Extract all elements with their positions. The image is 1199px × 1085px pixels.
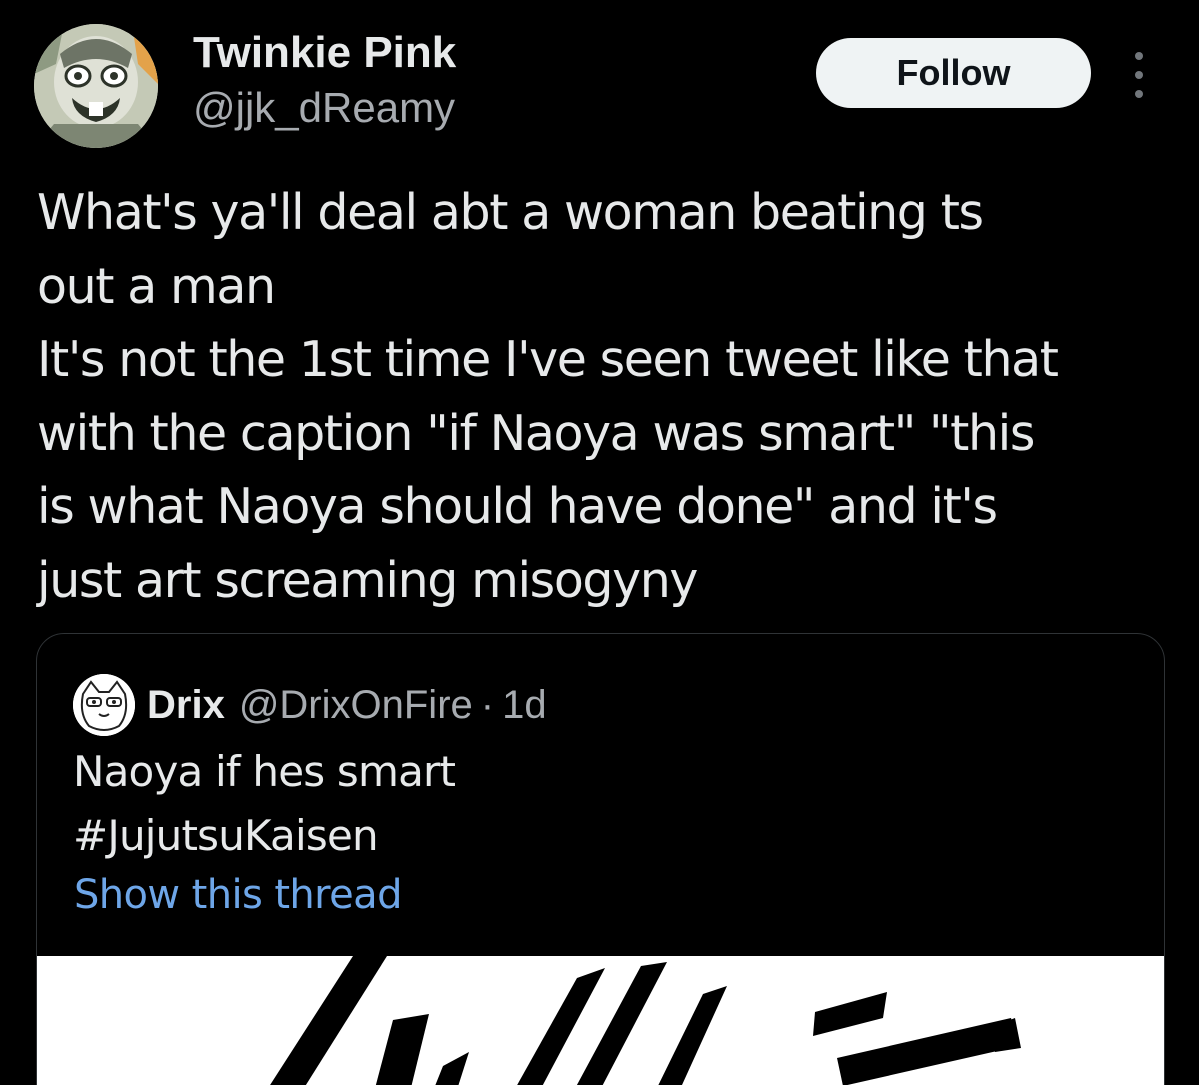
quoted-tweet-card[interactable]: Drix @DrixOnFire · 1d Naoya if hes smart… — [36, 633, 1165, 1085]
quoted-author-handle[interactable]: @DrixOnFire — [239, 683, 473, 728]
quoted-tweet-text: Naoya if hes smart #JujutsuKaisen — [73, 740, 456, 868]
quoted-author-avatar — [73, 674, 135, 736]
quoted-author-name[interactable]: Drix — [147, 683, 225, 728]
tweet-text-line: It's not the 1st time I've seen tweet li… — [37, 331, 1059, 388]
follow-button[interactable]: Follow — [816, 38, 1091, 108]
more-options-button[interactable] — [1122, 52, 1156, 98]
tweet-text-line: just art screaming misogyny — [37, 551, 698, 609]
more-dot — [1135, 71, 1143, 79]
quoted-text-line: Naoya if hes smart — [73, 747, 456, 796]
tweet-text-line: What's ya'll deal abt a woman beating ts — [37, 184, 984, 241]
more-vertical-icon — [1135, 52, 1143, 60]
quoted-tweet-header: Drix @DrixOnFire · 1d — [147, 674, 547, 736]
quoted-avatar-image — [73, 674, 135, 736]
quoted-hashtag[interactable]: #JujutsuKaisen — [73, 804, 455, 868]
tweet-text-line: out a man — [37, 257, 276, 315]
quoted-tweet-media[interactable] — [37, 956, 1164, 1085]
tweet-page: Twinkie Pink @jjk_dReamy Follow What's y… — [0, 0, 1199, 1085]
author-display-name[interactable]: Twinkie Pink — [193, 28, 456, 78]
avatar-image — [34, 24, 158, 148]
tweet-text-line: is what Naoya should have done" and it's — [37, 478, 998, 535]
header-separator: · — [480, 682, 495, 727]
quoted-tweet-time[interactable]: 1d — [502, 683, 547, 728]
tweet-text: What's ya'll deal abt a woman beating ts… — [37, 176, 1177, 617]
author-handle[interactable]: @jjk_dReamy — [193, 84, 455, 132]
more-dot — [1135, 90, 1143, 98]
show-thread-link[interactable]: Show this thread — [74, 872, 402, 918]
author-avatar[interactable] — [34, 24, 158, 148]
tweet-text-line: with the caption "if Naoya was smart" "t… — [37, 404, 1035, 462]
media-image — [37, 956, 1164, 1085]
